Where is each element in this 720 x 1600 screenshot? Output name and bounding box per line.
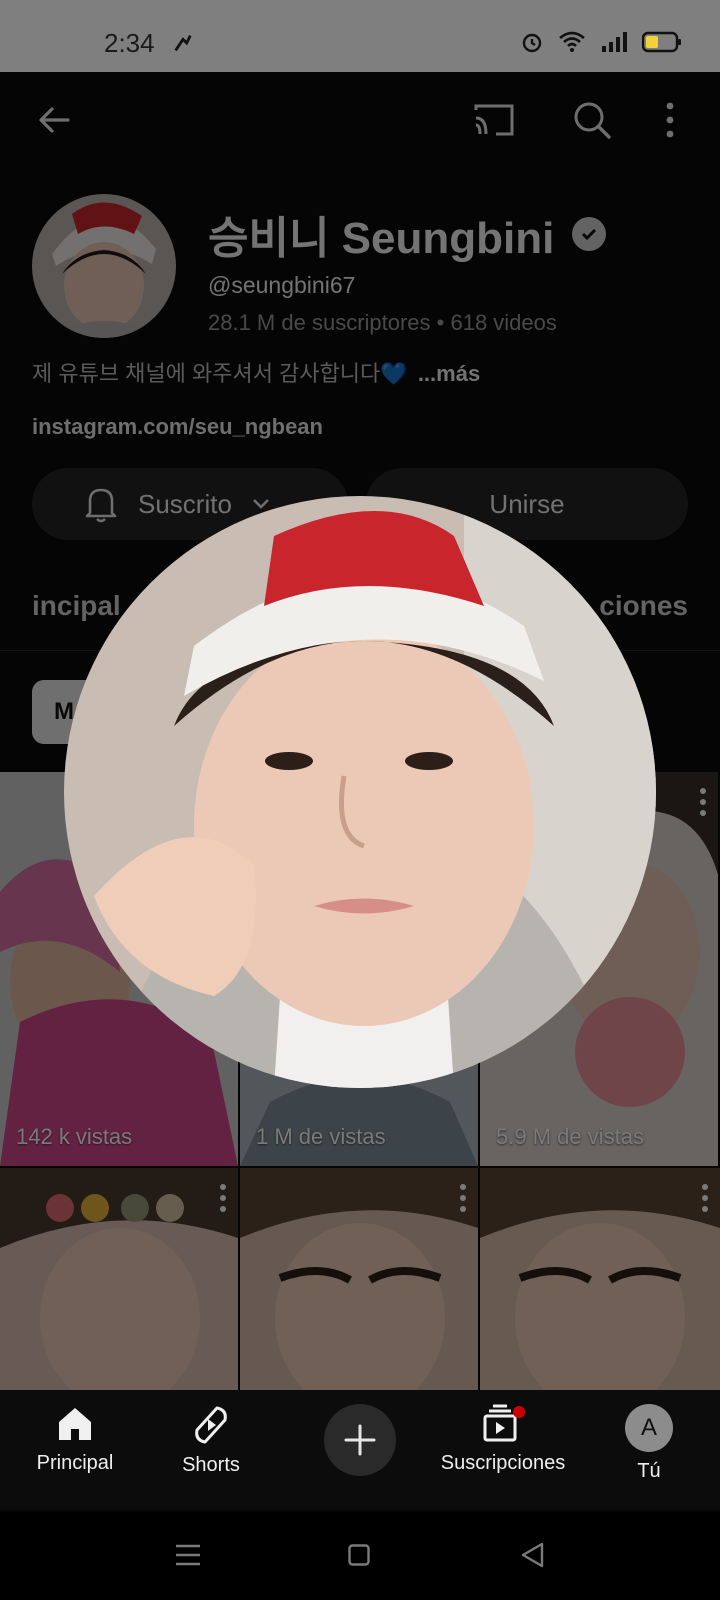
search-icon	[574, 102, 611, 139]
home-icon	[59, 1408, 91, 1440]
bell-icon	[85, 488, 117, 523]
channel-stats: 28.1 M de suscriptores • 618 videos	[208, 310, 557, 335]
more-vert-icon[interactable]	[702, 1184, 708, 1212]
more-options-button[interactable]	[650, 94, 690, 146]
status-icons	[520, 30, 682, 54]
menu-icon[interactable]	[176, 1544, 200, 1566]
status-bar: 2:34	[0, 0, 720, 72]
nav-subscriptions[interactable]: Suscripciones	[428, 1404, 578, 1500]
channel-header: 승비니 Seungbini @seungbini67 28.1 M de sus…	[32, 194, 692, 344]
more-link[interactable]: ...más	[418, 361, 480, 386]
plus-icon	[344, 1424, 376, 1456]
video-views: 1 M de vistas	[256, 1124, 386, 1149]
join-label: Unirse	[489, 488, 565, 519]
bottom-navigation: Principal Shorts Suscripciones A Tú	[0, 1390, 720, 1510]
channel-avatar[interactable]	[32, 194, 176, 338]
nav-you[interactable]: A Tú	[574, 1404, 720, 1500]
more-vert-icon	[666, 102, 674, 138]
more-vert-icon[interactable]	[220, 1184, 226, 1212]
create-button[interactable]	[324, 1404, 396, 1476]
channel-link[interactable]: instagram.com/seu_ngbean	[32, 414, 323, 440]
enlarged-profile-picture	[64, 496, 656, 1088]
channel-name: 승비니 Seungbini	[208, 202, 607, 266]
notification-icon	[174, 35, 192, 52]
more-vert-icon[interactable]	[700, 788, 706, 816]
square-icon[interactable]	[348, 1544, 370, 1566]
shorts-icon	[195, 1406, 227, 1444]
top-app-bar	[0, 72, 720, 168]
video-tile[interactable]	[480, 1168, 720, 1390]
tab-home[interactable]: incipal	[32, 590, 121, 622]
verified-icon	[572, 217, 607, 251]
status-time: 2:34	[104, 28, 155, 58]
cast-icon	[474, 104, 514, 136]
channel-name-text: 승비니 Seungbini	[208, 214, 555, 263]
nav-subscriptions-label: Suscripciones	[440, 1452, 566, 1474]
nav-you-label: Tú	[637, 1460, 661, 1482]
you-avatar: A	[625, 1404, 673, 1452]
chevron-down-icon	[253, 499, 269, 509]
nav-home[interactable]: Principal	[0, 1404, 150, 1500]
channel-handle: @seungbini67	[208, 272, 356, 298]
nav-home-label: Principal	[36, 1452, 114, 1474]
back-arrow-icon	[39, 107, 70, 133]
nav-shorts[interactable]: Shorts	[136, 1404, 286, 1500]
back-button[interactable]	[28, 94, 80, 146]
signal-icon	[602, 32, 627, 52]
nav-shorts-label: Shorts	[182, 1454, 240, 1476]
triangle-back-icon[interactable]	[520, 1542, 544, 1568]
more-vert-icon[interactable]	[460, 1184, 466, 1212]
subscriptions-icon	[483, 1404, 525, 1442]
search-button[interactable]	[566, 94, 618, 146]
alarm-icon	[522, 33, 542, 53]
cast-button[interactable]	[468, 94, 520, 146]
system-navigation-bar	[0, 1512, 720, 1600]
subscribed-label: Suscrito	[138, 488, 232, 519]
video-views: 142 k vistas	[16, 1124, 133, 1149]
battery-icon	[642, 31, 681, 53]
channel-description-text: 제 유튜브 채널에 와주셔서 감사합니다💙	[32, 361, 408, 386]
video-views: 5.9 M de vistas	[496, 1124, 644, 1149]
wifi-icon	[559, 31, 585, 52]
video-tile[interactable]	[0, 1168, 238, 1390]
video-tile[interactable]	[240, 1168, 478, 1390]
tab-more[interactable]: ciones	[599, 590, 688, 622]
channel-description[interactable]: 제 유튜브 채널에 와주셔서 감사합니다💙 ...más	[32, 356, 480, 388]
